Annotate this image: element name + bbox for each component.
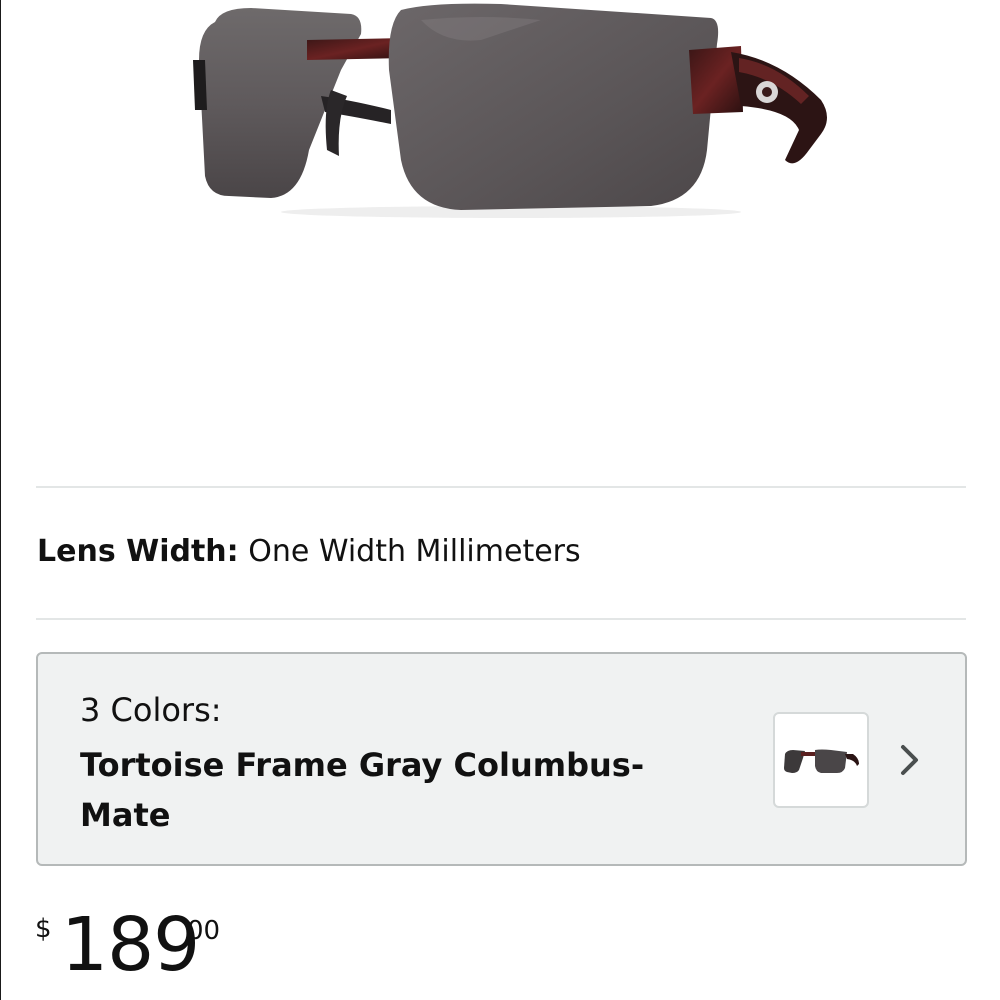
divider bbox=[36, 618, 966, 620]
selected-color-name: Tortoise Frame Gray Columbus-Mate bbox=[80, 746, 645, 834]
color-selector-button[interactable]: 3 Colors: Tortoise Frame Gray Columbus-M… bbox=[36, 652, 967, 866]
lens-width-label: Lens Width: bbox=[37, 534, 239, 569]
divider bbox=[36, 486, 966, 488]
price-whole: 189 bbox=[61, 902, 200, 988]
color-count-label: 3 Colors: bbox=[80, 691, 222, 729]
lens-width-row: Lens Width: One Width Millimeters bbox=[37, 532, 581, 572]
sunglasses-icon bbox=[193, 3, 827, 218]
price-currency-symbol: $ bbox=[35, 914, 52, 944]
product-detail-page: Lens Width: One Width Millimeters 3 Colo… bbox=[0, 0, 1000, 1000]
chevron-right-icon[interactable] bbox=[898, 742, 922, 778]
product-image[interactable] bbox=[181, 0, 841, 240]
color-swatch-thumbnail[interactable] bbox=[773, 712, 869, 808]
sunglasses-thumbnail-icon bbox=[784, 749, 859, 773]
lens-width-value: One Width Millimeters bbox=[248, 534, 581, 569]
price-fraction: 00 bbox=[187, 916, 221, 946]
